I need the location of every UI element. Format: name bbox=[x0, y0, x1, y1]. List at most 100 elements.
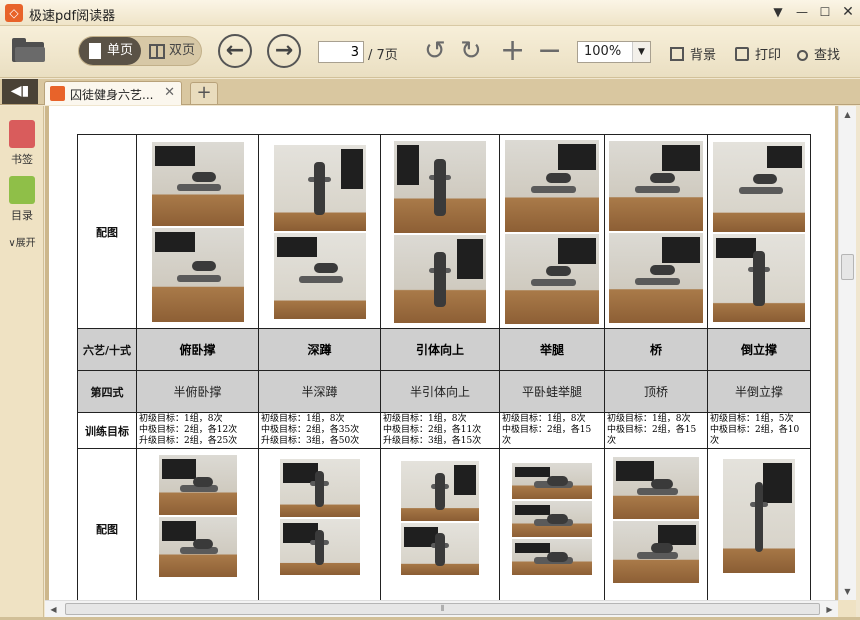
pdf-page: 配图 六艺/十式 俯卧撑 深蹲 引体向上 举腿 桥 倒立撑 第四式 半俯卧撑 半… bbox=[49, 106, 835, 600]
scroll-up-icon[interactable]: ▲ bbox=[839, 106, 856, 123]
double-page-icon bbox=[149, 44, 165, 59]
exercise-photo bbox=[713, 233, 805, 322]
zoom-value: 100% bbox=[584, 44, 622, 59]
figure-cell bbox=[707, 134, 811, 329]
title-bar: ◇ 极速pdf阅读器 ▼ — ☐ ✕ bbox=[0, 0, 860, 26]
single-page-label: 单页 bbox=[107, 43, 134, 58]
background-icon bbox=[670, 47, 684, 61]
goal-cell: 初级目标：1组，8次 中极目标：2组，各11次 升级目标：3组，各15次 bbox=[380, 412, 500, 449]
exercise-table: 配图 六艺/十式 俯卧撑 深蹲 引体向上 举腿 桥 倒立撑 第四式 半俯卧撑 半… bbox=[77, 134, 811, 600]
double-page-label: 双页 bbox=[169, 43, 196, 58]
print-button[interactable]: 打印 bbox=[735, 44, 781, 63]
bookmark-label: 书签 bbox=[11, 153, 33, 166]
minimize-icon[interactable]: — bbox=[792, 3, 812, 21]
search-icon bbox=[797, 50, 808, 61]
app-logo-icon: ◇ bbox=[5, 4, 23, 22]
style-name: 半深蹲 bbox=[258, 370, 381, 413]
close-icon[interactable]: ✕ bbox=[838, 3, 858, 21]
exercise-photo bbox=[151, 141, 244, 226]
scrollbar-corner bbox=[838, 600, 856, 617]
rotate-left-icon[interactable]: ↺ bbox=[424, 38, 446, 64]
exercise-photo bbox=[512, 501, 592, 537]
exercise-photo bbox=[613, 457, 699, 519]
page-number-input[interactable] bbox=[318, 41, 364, 63]
figure-cell bbox=[380, 448, 500, 600]
exercise-name: 深蹲 bbox=[258, 328, 381, 371]
previous-page-button[interactable]: ← bbox=[218, 34, 252, 68]
left-rail: 书签 目录 ∨展开 bbox=[0, 106, 44, 620]
exercise-name: 引体向上 bbox=[380, 328, 500, 371]
chevron-down-icon: ∨ bbox=[8, 238, 16, 249]
folder-icon[interactable] bbox=[12, 36, 46, 64]
figure-cell bbox=[499, 134, 605, 329]
row-header: 六艺/十式 bbox=[77, 328, 137, 371]
maximize-icon[interactable]: ☐ bbox=[815, 3, 835, 21]
vertical-scroll-thumb[interactable] bbox=[841, 254, 854, 280]
exercise-name: 桥 bbox=[604, 328, 708, 371]
exercise-photo bbox=[279, 459, 360, 517]
document-tab[interactable]: 囚徒健身六艺... ✕ bbox=[44, 81, 182, 105]
scroll-down-icon[interactable]: ▼ bbox=[839, 583, 856, 600]
exercise-photo bbox=[505, 139, 599, 232]
page-total: / 7页 bbox=[368, 48, 398, 63]
style-name: 平卧蛙举腿 bbox=[499, 370, 605, 413]
table-row: 六艺/十式 俯卧撑 深蹲 引体向上 举腿 桥 倒立撑 bbox=[77, 328, 811, 371]
exercise-photo bbox=[273, 144, 366, 231]
exercise-photo bbox=[723, 459, 795, 573]
bookmark-button[interactable]: 书签 bbox=[0, 120, 44, 167]
close-tab-icon[interactable]: ✕ bbox=[164, 85, 175, 100]
toc-icon bbox=[9, 176, 35, 204]
chevron-down-icon[interactable]: ▼ bbox=[632, 42, 650, 62]
expand-button[interactable]: ∨展开 bbox=[0, 234, 44, 249]
double-page-button[interactable]: 双页 bbox=[141, 37, 203, 65]
collapse-sidebar-icon[interactable]: ◀▮ bbox=[2, 79, 38, 104]
exercise-name: 倒立撑 bbox=[707, 328, 811, 371]
row-header: 第四式 bbox=[77, 370, 137, 413]
goal-cell: 初级目标：1组，8次 中极目标：2组，各15 次 bbox=[499, 412, 605, 449]
document-viewport[interactable]: 配图 六艺/十式 俯卧撑 深蹲 引体向上 举腿 桥 倒立撑 第四式 半俯卧撑 半… bbox=[45, 106, 838, 600]
single-page-button[interactable]: 单页 bbox=[79, 37, 141, 65]
row-header: 配图 bbox=[77, 134, 137, 329]
figure-cell bbox=[136, 134, 259, 329]
find-label: 查找 bbox=[814, 48, 841, 63]
menu-dropdown-icon[interactable]: ▼ bbox=[768, 3, 788, 21]
exercise-name: 俯卧撑 bbox=[136, 328, 259, 371]
pdf-file-icon bbox=[50, 86, 65, 101]
exercise-photo bbox=[394, 234, 486, 323]
exercise-photo bbox=[609, 140, 703, 231]
document-tab-title: 囚徒健身六艺... bbox=[70, 88, 154, 102]
exercise-photo bbox=[279, 519, 360, 575]
toc-button[interactable]: 目录 bbox=[0, 176, 44, 223]
style-name: 半引体向上 bbox=[380, 370, 500, 413]
style-name: 半倒立撑 bbox=[707, 370, 811, 413]
exercise-photo bbox=[512, 539, 592, 575]
scroll-left-icon[interactable]: ◀ bbox=[45, 601, 62, 618]
window-title: 极速pdf阅读器 bbox=[29, 9, 116, 24]
scroll-right-icon[interactable]: ▶ bbox=[821, 601, 838, 618]
horizontal-scroll-thumb[interactable]: ⦀ bbox=[65, 603, 820, 615]
zoom-in-icon[interactable]: + bbox=[500, 36, 525, 66]
new-tab-button[interactable]: + bbox=[190, 82, 218, 104]
vertical-scrollbar[interactable]: ▲ ▼ bbox=[838, 106, 856, 600]
exercise-photo bbox=[394, 140, 486, 233]
rotate-right-icon[interactable]: ↻ bbox=[460, 38, 482, 64]
single-page-icon bbox=[89, 43, 101, 59]
figure-cell bbox=[258, 134, 381, 329]
exercise-name: 举腿 bbox=[499, 328, 605, 371]
next-page-button[interactable]: → bbox=[267, 34, 301, 68]
find-button[interactable]: 查找 bbox=[797, 44, 840, 63]
exercise-photo bbox=[158, 455, 237, 515]
exercise-photo bbox=[713, 141, 805, 232]
expand-label: 展开 bbox=[15, 238, 36, 249]
background-label: 背景 bbox=[690, 48, 717, 63]
figure-cell bbox=[258, 448, 381, 600]
horizontal-scrollbar[interactable]: ◀ ⦀ ▶ bbox=[45, 600, 838, 617]
table-row: 第四式 半俯卧撑 半深蹲 半引体向上 平卧蛙举腿 顶桥 半倒立撑 bbox=[77, 370, 811, 413]
zoom-out-icon[interactable]: − bbox=[537, 36, 562, 66]
toc-label: 目录 bbox=[11, 209, 33, 222]
style-name: 半俯卧撑 bbox=[136, 370, 259, 413]
figure-cell bbox=[136, 448, 259, 600]
goal-cell: 初级目标：1组，8次 中极目标：2组，各15 次 bbox=[604, 412, 708, 449]
background-button[interactable]: 背景 bbox=[670, 44, 716, 63]
zoom-select[interactable]: 100% ▼ bbox=[577, 41, 651, 63]
